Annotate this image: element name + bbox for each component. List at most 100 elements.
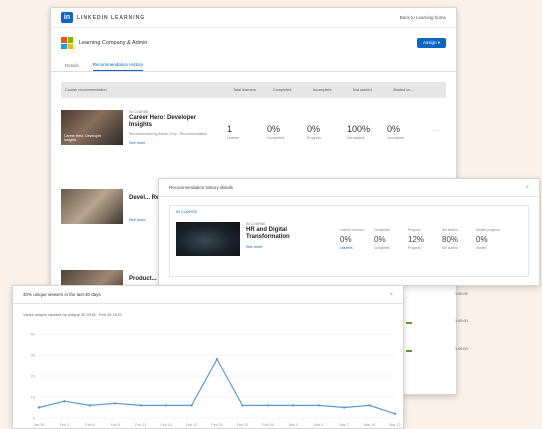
x-tick-label: Feb 11 [135,423,146,427]
course-item[interactable]: IN COURSE HR and Digital Transformation … [176,222,326,256]
stat-item: Learner overview 0% Learners [340,228,374,250]
table-header: Course recommendation Total learners Com… [61,82,446,98]
y-tick-label: 20 [31,374,36,379]
course-thumbnail[interactable] [61,189,123,224]
column-header: Course recommendation [65,88,107,92]
table-cell: 1:00:00 [455,347,468,351]
stat-label: Not started [347,136,365,140]
stat-value: 80% [442,235,459,244]
course-info: IN COURSE HR and Digital Transformation … [246,222,326,256]
stat-not-started: 100% Not started [347,124,387,145]
stat-value: 1 [227,124,233,134]
data-point [317,404,320,407]
stat-header: Learner overview [340,228,365,232]
stat-header: Progress [408,228,421,232]
stat-header: Not started [442,228,458,232]
x-tick-label: Mar 7 [340,423,349,427]
company-logo-icon [61,37,73,49]
table-row[interactable]: Career Hero: Developer Insights IN COURS… [61,110,448,145]
see-more-link[interactable]: See more [246,245,326,249]
series-line [38,357,396,415]
data-point [88,404,92,407]
modal-header: Recommendation history details × [159,179,539,197]
chart-subtitle: Views unique viewers by unique 30 2018 -… [23,312,122,317]
line-chart: 0 10 20 30 40 Jan 30 Feb 2 Feb 5 Feb 8 Feb 11 Feb … [31,332,401,428]
course-thumbnail[interactable]: Career Hero: Developer Insights [61,110,123,145]
x-tick-label: Feb 5 [85,423,94,427]
data-point [292,404,295,407]
stat-value: 0% [267,124,281,134]
column-header: Incomplete [313,88,332,92]
brand-text: LINKEDIN LEARNING [77,14,146,21]
data-point [342,406,346,409]
x-tick-label: Feb 2 [60,423,69,427]
y-tick-label: 40 [31,332,36,337]
card-header: IN COURSE [176,210,198,214]
stat-value: 0% [476,235,488,244]
stat-header: Completion [374,228,391,232]
y-tick-label: 30 [31,353,36,358]
course-title[interactable]: HR and Digital Transformation [246,227,326,241]
see-more-link[interactable]: See more [129,141,219,145]
data-point [215,358,219,361]
course-stats: 1 Learner 0% Completed 0% Progress 100% … [227,124,427,145]
course-info: IN COURSE Career Hero: Developer Insight… [129,110,219,145]
stat-progress: 0% Progress [307,124,347,145]
thumbnail-label: Career Hero: Developer Insights [64,133,102,142]
stat-item: Started progress 0% Started [476,228,510,250]
tab-recommendation-history[interactable]: Recommendation History [92,62,144,71]
stat-value: 0% [374,235,386,244]
data-point [37,406,41,409]
x-tick-label: Mar 13 [389,423,400,427]
back-to-learning-link[interactable]: Back to Learning home [400,15,446,20]
x-tick-label: Mar 10 [364,423,375,427]
course-title[interactable]: Career Hero: Developer Insights [129,115,219,129]
data-point [164,404,168,407]
x-tick-label: Feb 20 [211,423,222,427]
tab-details[interactable]: Details [65,63,79,71]
stat-label: Completed [374,246,390,250]
course-stats: Learner overview 0% Learners Completion … [340,228,510,250]
status-indicator [406,322,412,324]
linkedin-logo-icon: in [61,12,73,23]
stat-value: 0% [307,124,321,134]
stat-value: 100% [347,124,371,134]
stat-label: Incomplete [387,136,405,140]
x-tick-label: Feb 26 [262,423,273,427]
close-icon[interactable]: × [525,185,529,191]
assign-button[interactable]: Assign ▾ [416,38,446,48]
x-tick-label: Feb 8 [111,423,120,427]
data-point [241,404,244,407]
stat-item: Completion 0% Completed [374,228,408,250]
column-header: Started on ... [393,88,415,92]
stat-learners: 1 Learner [227,124,267,145]
data-point [190,404,193,407]
chart-modal: 30% unique viewers in the last 30 days ×… [12,285,404,429]
y-tick-label: 0 [33,416,36,421]
stat-label: Started [476,246,487,250]
column-header: Not started [353,88,372,92]
x-tick-label: Feb 23 [237,423,248,427]
table-cell: 1:00:00 [455,292,468,296]
course-kind: IN COURSE [129,110,149,114]
stat-label: Learners [340,246,353,250]
table-cell: 1:00:00 [455,319,468,323]
x-tick-label: Feb 17 [186,423,197,427]
recommendation-details-modal: Recommendation history details × IN COUR… [158,178,540,286]
top-bar: in LINKEDIN LEARNING Back to Learning ho… [51,8,456,28]
data-point [266,404,270,407]
column-header: Total learners [233,88,256,92]
more-options-icon[interactable]: ··· [433,128,439,145]
data-point [393,412,397,415]
stat-label: Progress [307,136,322,140]
stat-completed: 0% Completed [267,124,307,145]
column-header: Completed [273,88,292,92]
stat-label: Learner [227,136,240,140]
modal-title: Recommendation history details [169,185,234,190]
stat-incomplete: 0% Incomplete [387,124,427,145]
tab-bar: Details Recommendation History [51,58,456,72]
course-thumbnail[interactable] [176,222,240,256]
close-icon[interactable]: × [389,292,393,298]
stat-item: Not started 80% Not started [442,228,476,250]
course-meta: Recommended by Admin Corp · Recommendati… [129,132,210,137]
